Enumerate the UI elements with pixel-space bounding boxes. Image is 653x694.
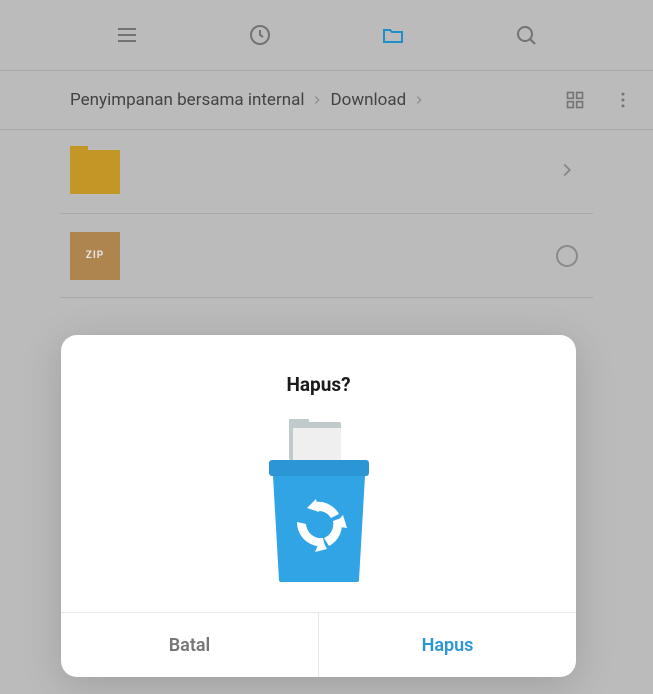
delete-button[interactable]: Hapus [318, 613, 576, 677]
dialog-actions: Batal Hapus [61, 612, 576, 677]
cancel-button[interactable]: Batal [61, 613, 318, 677]
trash-icon [81, 414, 556, 584]
dialog-title: Hapus? [81, 373, 556, 396]
dialog-body: Hapus? [61, 335, 576, 612]
delete-dialog: Hapus? Batal Hapus [61, 335, 576, 677]
